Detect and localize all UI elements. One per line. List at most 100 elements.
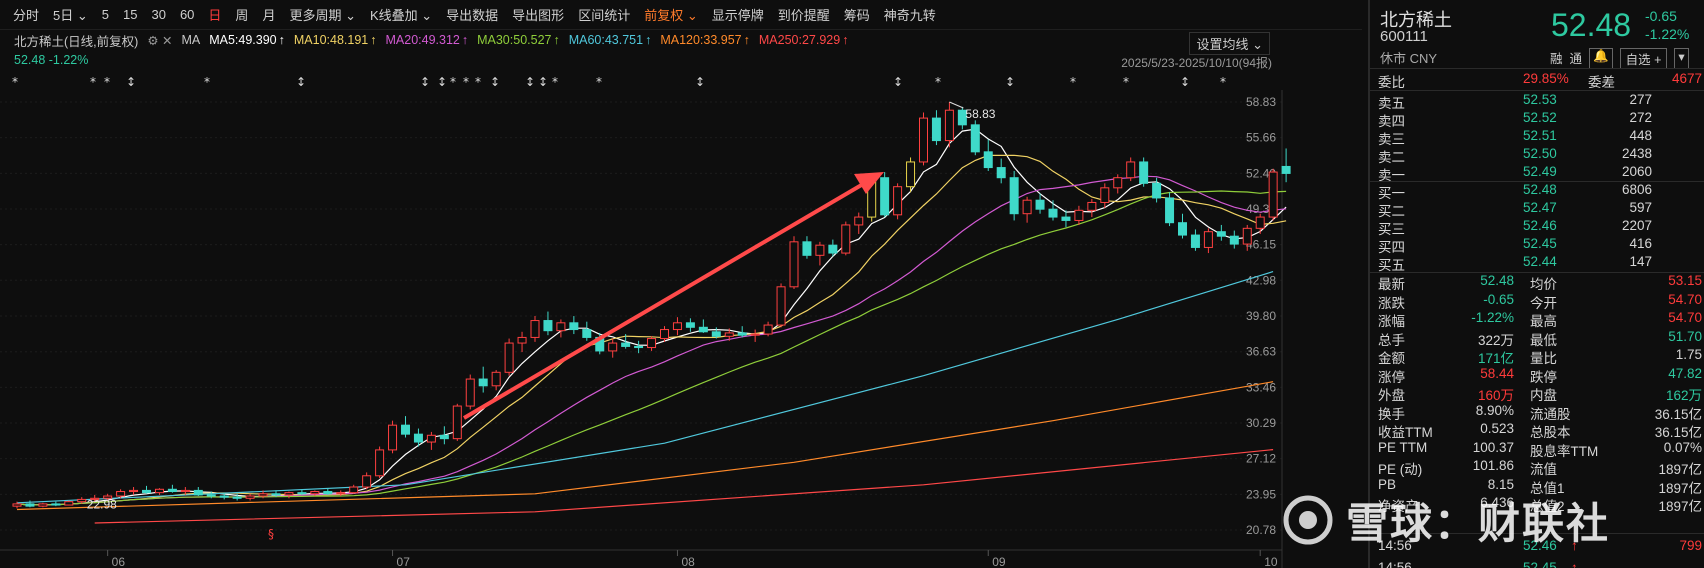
candle[interactable] (1178, 213, 1187, 239)
candle[interactable] (1190, 229, 1200, 251)
candle[interactable] (1281, 148, 1291, 183)
candle[interactable] (672, 317, 682, 336)
event-marker[interactable]: * (12, 75, 18, 89)
candle[interactable] (776, 283, 786, 328)
candle[interactable] (245, 493, 255, 501)
candle[interactable] (375, 446, 385, 479)
event-marker[interactable]: * (552, 75, 558, 89)
event-marker[interactable]: * (1123, 75, 1129, 89)
candle[interactable] (569, 316, 579, 335)
candle[interactable] (802, 236, 812, 259)
toolbar-item[interactable]: 5 (95, 7, 116, 22)
toolbar-item[interactable]: 15 (116, 7, 144, 22)
candle[interactable] (1203, 228, 1213, 254)
event-marker[interactable]: ↕ (126, 75, 136, 89)
candle[interactable] (465, 374, 475, 410)
candle[interactable] (841, 221, 851, 256)
candle[interactable] (478, 366, 488, 393)
candle[interactable] (789, 236, 799, 290)
toolbar-item[interactable]: 神奇九转 (877, 5, 943, 24)
toolbar-item[interactable]: 60 (173, 7, 201, 22)
candle[interactable] (1009, 170, 1019, 221)
toolbar-item[interactable]: 显示停牌 (705, 5, 771, 24)
toolbar-item[interactable]: 分时 (6, 5, 46, 24)
candle[interactable] (388, 420, 398, 454)
candle[interactable] (362, 472, 372, 490)
candle[interactable] (1268, 168, 1278, 221)
add-watchlist-button[interactable]: 自选 + (1619, 48, 1668, 69)
candle[interactable] (698, 319, 708, 333)
event-marker[interactable]: ↕ (525, 75, 535, 89)
candle[interactable] (1113, 174, 1123, 194)
candle[interactable] (983, 139, 993, 171)
event-marker[interactable]: ↕ (296, 75, 306, 89)
toolbar-item[interactable]: 导出数据 (439, 5, 505, 24)
toolbar-item[interactable]: 到价提醒 (771, 5, 837, 24)
event-marker[interactable]: * (1220, 75, 1226, 89)
candle[interactable] (763, 321, 773, 337)
candle[interactable] (1229, 230, 1239, 249)
candle[interactable] (1087, 199, 1097, 218)
tab-rong[interactable]: 融 (1550, 48, 1563, 69)
event-marker[interactable]: ↕ (420, 75, 430, 89)
event-marker[interactable]: * (596, 75, 602, 89)
event-marker[interactable]: ↕ (695, 75, 705, 89)
candle[interactable] (815, 241, 825, 266)
toolbar-item[interactable]: 更多周期 ⌄ (282, 5, 363, 24)
candle[interactable] (51, 501, 61, 507)
toolbar-item[interactable]: 前复权 ⌄ (637, 5, 705, 24)
candle[interactable] (608, 338, 618, 358)
event-marker[interactable]: ↕ (538, 75, 548, 89)
toolbar-item[interactable]: 5日 ⌄ (46, 5, 95, 24)
event-marker[interactable]: ↕ (1180, 75, 1190, 89)
candle[interactable] (582, 321, 592, 341)
candle[interactable] (401, 416, 410, 438)
candle[interactable] (517, 331, 527, 353)
candle[interactable] (142, 485, 151, 494)
candle[interactable] (129, 487, 139, 495)
candle[interactable] (1139, 157, 1149, 187)
candle[interactable] (1022, 196, 1032, 223)
toolbar-item[interactable]: 导出图形 (505, 5, 571, 24)
toolbar-item[interactable]: 区间统计 (571, 5, 637, 24)
kline-chart-area[interactable]: 58.83 55.66 52.49 49.32 46.15 42.98 39.80 36.63… (0, 30, 1362, 568)
candle[interactable] (970, 120, 980, 156)
candle[interactable] (893, 183, 903, 220)
candle[interactable] (1061, 210, 1071, 228)
candle[interactable] (919, 112, 928, 166)
event-marker[interactable]: * (1070, 75, 1076, 89)
candle[interactable] (426, 431, 436, 450)
candle[interactable] (1048, 200, 1058, 221)
event-marker[interactable]: * (463, 75, 469, 89)
candle[interactable] (504, 338, 514, 376)
candle[interactable] (685, 318, 695, 332)
event-marker[interactable]: ↕ (490, 75, 500, 89)
menu-icon[interactable]: ▾ (1674, 48, 1689, 69)
candle[interactable] (336, 490, 346, 497)
candle[interactable] (452, 403, 462, 441)
candle[interactable] (530, 316, 540, 342)
candle[interactable] (1100, 183, 1110, 209)
dividend-marker-icon[interactable]: § (268, 527, 274, 541)
set-ma-button[interactable]: 设置均线 ⌄ (1189, 32, 1270, 55)
event-marker[interactable]: ↕ (437, 75, 447, 89)
candle[interactable] (880, 172, 890, 218)
candle[interactable] (284, 491, 294, 499)
candle[interactable] (854, 212, 864, 234)
event-marker[interactable]: ↕ (1005, 75, 1015, 89)
settings-icon[interactable]: ⚙ ✕ (147, 33, 172, 48)
candle[interactable] (167, 484, 177, 493)
tab-tong[interactable]: 通 (1570, 48, 1583, 69)
toolbar-item[interactable]: 筹码 (837, 5, 877, 24)
candle[interactable] (996, 158, 1006, 184)
event-marker[interactable]: * (450, 75, 456, 89)
candle[interactable] (543, 311, 553, 336)
candle[interactable] (491, 370, 501, 391)
event-marker[interactable]: * (104, 75, 110, 89)
bell-icon[interactable]: 🔔 (1589, 48, 1613, 69)
candle[interactable] (1255, 213, 1265, 234)
event-marker[interactable]: * (475, 75, 481, 89)
candle[interactable] (439, 426, 449, 445)
candle[interactable] (1216, 224, 1226, 241)
toolbar-item[interactable]: 日 (201, 5, 228, 24)
